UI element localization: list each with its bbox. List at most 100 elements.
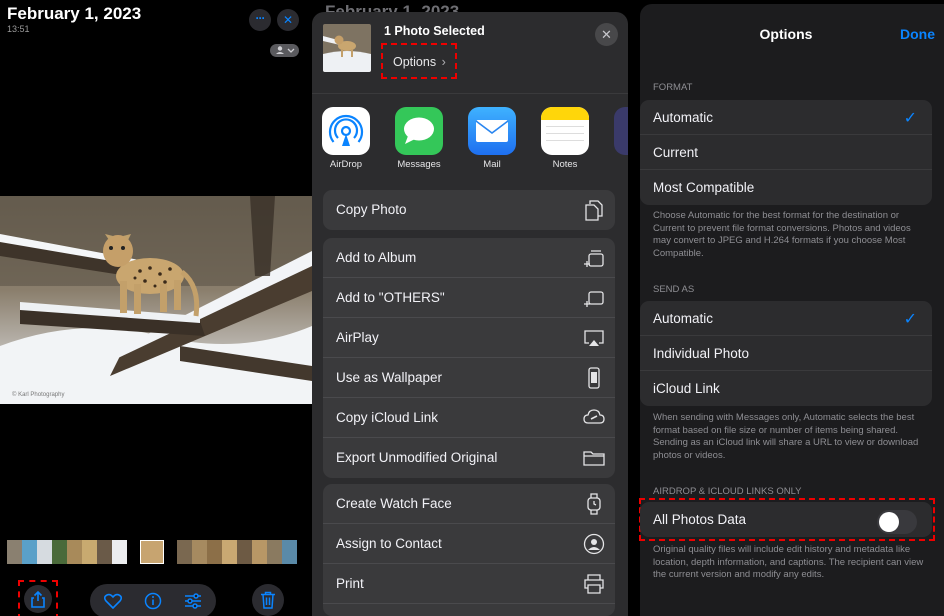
send-option-label: Individual Photo bbox=[653, 346, 750, 361]
format-footer: Choose Automatic for the best format for… bbox=[653, 210, 911, 259]
chevron-right-icon: › bbox=[441, 55, 446, 69]
action-group-1: Copy Photo bbox=[323, 190, 615, 230]
action-export-unmodified-original[interactable]: Export Unmodified Original bbox=[323, 438, 615, 478]
format-option-label: Current bbox=[653, 145, 699, 160]
action-more[interactable] bbox=[323, 604, 615, 616]
selected-photo-thumbnail bbox=[323, 24, 371, 72]
photo-time: 13:51 bbox=[7, 24, 30, 34]
app-icon bbox=[614, 107, 628, 155]
action-airplay[interactable]: AirPlay bbox=[323, 318, 615, 358]
airdrop-header: AIRDROP & ICLOUD LINKS ONLY bbox=[653, 486, 802, 497]
action-label: Add to "OTHERS" bbox=[336, 290, 445, 305]
app-airdrop[interactable]: AirDrop bbox=[313, 107, 379, 170]
ellipsis-icon: ··· bbox=[255, 11, 266, 25]
person-icon bbox=[276, 46, 295, 54]
thumbnail-strip[interactable] bbox=[7, 540, 297, 564]
close-icon: ✕ bbox=[601, 26, 612, 42]
action-create-watch-face[interactable]: Create Watch Face bbox=[323, 484, 615, 524]
delete-button[interactable] bbox=[252, 584, 284, 616]
share-button[interactable] bbox=[24, 585, 52, 613]
format-option-label: Automatic bbox=[653, 110, 714, 125]
app-mail[interactable]: Mail bbox=[459, 107, 525, 170]
action-label: Create Watch Face bbox=[336, 496, 452, 511]
options-title: Options bbox=[759, 26, 813, 42]
action-label: Use as Wallpaper bbox=[336, 370, 443, 385]
format-option-most-compatible[interactable]: Most Compatible bbox=[640, 170, 932, 205]
notes-icon bbox=[541, 107, 589, 155]
contact-icon bbox=[583, 533, 605, 555]
adjust-icon[interactable] bbox=[184, 593, 202, 609]
messages-icon bbox=[395, 107, 443, 155]
photo-date-title: February 1, 2023 bbox=[7, 4, 142, 23]
photo-actions-bar bbox=[90, 584, 216, 616]
app-label: J bbox=[605, 159, 628, 170]
info-icon[interactable] bbox=[144, 592, 162, 610]
add-album-icon bbox=[584, 291, 604, 307]
format-option-label: Most Compatible bbox=[653, 180, 755, 195]
link-icon bbox=[583, 409, 605, 424]
send-option-automatic[interactable]: Automatic ✓ bbox=[640, 301, 932, 336]
send-as-group: Automatic ✓ Individual Photo iCloud Link bbox=[640, 301, 932, 406]
send-as-footer: When sending with Messages only, Automat… bbox=[653, 412, 919, 461]
share-title: 1 Photo Selected bbox=[384, 24, 485, 38]
action-copy-icloud-link[interactable]: Copy iCloud Link bbox=[323, 398, 615, 438]
all-photos-data-toggle[interactable] bbox=[877, 510, 917, 534]
app-partial[interactable]: J bbox=[605, 107, 628, 170]
action-label: Copy Photo bbox=[336, 202, 407, 217]
folder-icon bbox=[583, 451, 605, 466]
action-use-as-wallpaper[interactable]: Use as Wallpaper bbox=[323, 358, 615, 398]
action-label: Copy iCloud Link bbox=[336, 410, 439, 425]
people-button[interactable] bbox=[270, 44, 299, 57]
options-label: Options bbox=[393, 55, 437, 69]
action-label: Print bbox=[336, 576, 364, 591]
send-option-label: iCloud Link bbox=[653, 381, 720, 396]
action-label: Add to Album bbox=[336, 250, 417, 265]
close-share-button[interactable]: ✕ bbox=[595, 23, 618, 46]
format-header: FORMAT bbox=[653, 82, 693, 93]
print-icon bbox=[584, 574, 604, 594]
format-group: Automatic ✓ Current Most Compatible bbox=[640, 100, 932, 205]
copy-icon bbox=[585, 200, 603, 221]
cheetah-photo[interactable]: © Karl Photography bbox=[0, 196, 312, 404]
more-button[interactable]: ··· bbox=[249, 9, 271, 31]
send-option-individual-photo[interactable]: Individual Photo bbox=[640, 336, 932, 371]
options-link[interactable]: Options › bbox=[381, 43, 457, 79]
done-button[interactable]: Done bbox=[900, 26, 935, 42]
close-icon: ✕ bbox=[282, 13, 294, 27]
app-messages[interactable]: Messages bbox=[386, 107, 452, 170]
share-header: 1 Photo Selected Options › ✕ bbox=[312, 12, 628, 94]
heart-icon[interactable] bbox=[104, 593, 122, 609]
app-row: AirDrop Messages Mail Notes bbox=[312, 107, 628, 179]
action-add-to-album[interactable]: Add to Album bbox=[323, 238, 615, 278]
action-group-3: Create Watch Face Assign to Contact Prin… bbox=[323, 484, 615, 616]
app-label: Mail bbox=[483, 159, 501, 170]
options-panel: Options Done FORMAT Automatic ✓ Current … bbox=[639, 4, 944, 616]
send-option-label: Automatic bbox=[653, 311, 714, 326]
toggle-knob bbox=[879, 512, 899, 532]
action-label: Assign to Contact bbox=[336, 536, 442, 551]
all-photos-data-label: All Photos Data bbox=[653, 512, 747, 527]
action-add-to-others[interactable]: Add to "OTHERS" bbox=[323, 278, 615, 318]
app-label: Notes bbox=[552, 159, 578, 170]
mail-icon bbox=[468, 107, 516, 155]
airdrop-icon bbox=[322, 107, 370, 155]
close-photo-button[interactable]: ✕ bbox=[277, 9, 299, 31]
send-option-icloud-link[interactable]: iCloud Link bbox=[640, 371, 932, 406]
trash-icon bbox=[261, 591, 275, 609]
app-label: AirDrop bbox=[329, 159, 363, 170]
format-option-current[interactable]: Current bbox=[640, 135, 932, 170]
watch-icon bbox=[587, 493, 601, 515]
action-print[interactable]: Print bbox=[323, 564, 615, 604]
airplay-icon bbox=[584, 330, 604, 346]
airdrop-footer: Original quality files will include edit… bbox=[653, 544, 924, 580]
app-notes[interactable]: Notes bbox=[532, 107, 598, 170]
app-label: Messages bbox=[397, 159, 441, 170]
action-copy-photo[interactable]: Copy Photo bbox=[323, 190, 615, 230]
action-label: Export Unmodified Original bbox=[336, 450, 498, 465]
share-sheet: 1 Photo Selected Options › ✕ AirDrop Mes… bbox=[312, 12, 628, 616]
checkmark-icon: ✓ bbox=[903, 110, 917, 127]
format-option-automatic[interactable]: Automatic ✓ bbox=[640, 100, 932, 135]
action-assign-to-contact[interactable]: Assign to Contact bbox=[323, 524, 615, 564]
share-icon bbox=[31, 590, 45, 608]
all-photos-data-row: All Photos Data bbox=[640, 502, 932, 537]
